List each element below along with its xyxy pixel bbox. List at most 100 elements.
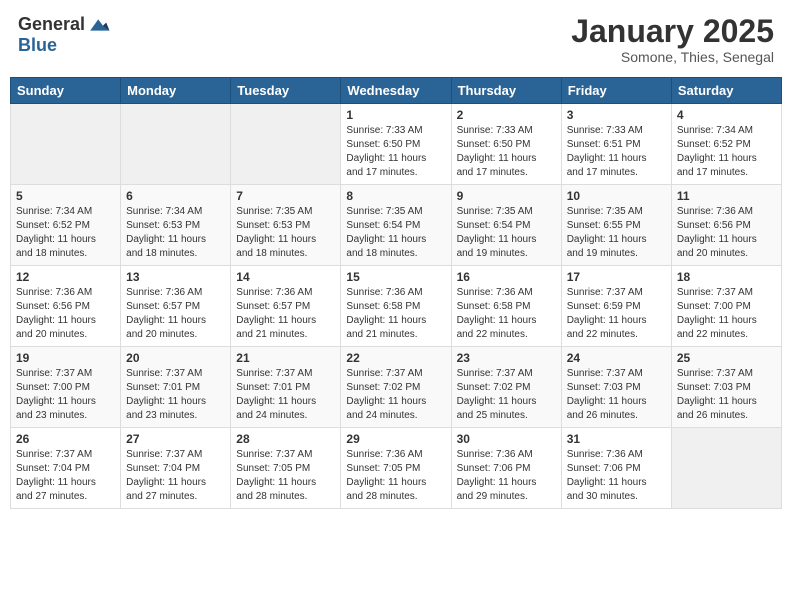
logo: General Blue: [18, 14, 111, 56]
calendar-cell: 19Sunrise: 7:37 AM Sunset: 7:00 PM Dayli…: [11, 347, 121, 428]
calendar-cell: 21 Sunrise: 7:37 AM Sunset: 7:01 PM Dayli…: [231, 347, 341, 428]
calendar-cell: 8 Sunrise: 7:35 AM Sunset: 6:54 PM Daylig…: [341, 185, 451, 266]
day-number: 29: [346, 432, 445, 446]
calendar-cell: 7 Sunrise: 7:35 AM Sunset: 6:53 PM Daylig…: [231, 185, 341, 266]
day-info: Sunrise: 7:36 AM Sunset: 6:57 PM Dayligh…: [236, 286, 335, 342]
day-number: 25: [677, 351, 776, 365]
day-number: 30: [457, 432, 556, 446]
calendar-cell: 17 Sunrise: 7:37 AM Sunset: 6:59 PM Dayli…: [561, 266, 671, 347]
day-info: Sunrise: 7:36 AM Sunset: 7:05 PM Dayligh…: [346, 448, 445, 504]
day-number: 22: [346, 351, 445, 365]
calendar-cell: [231, 104, 341, 185]
day-number: 12: [16, 270, 115, 284]
calendar-week-4: 26Sunrise: 7:37 AM Sunset: 7:04 PM Dayli…: [11, 428, 782, 509]
day-number: 21: [236, 351, 335, 365]
calendar-cell: 13 Sunrise: 7:36 AM Sunset: 6:57 PM Dayli…: [121, 266, 231, 347]
day-info: Sunrise: 7:34 AM Sunset: 6:52 PM Dayligh…: [16, 205, 115, 261]
day-info: Sunrise: 7:37 AM Sunset: 7:04 PM Dayligh…: [126, 448, 225, 504]
calendar-cell: 2Sunrise: 7:33 AM Sunset: 6:50 PM Daylig…: [451, 104, 561, 185]
day-number: 24: [567, 351, 666, 365]
day-info: Sunrise: 7:36 AM Sunset: 6:56 PM Dayligh…: [677, 205, 776, 261]
weekday-header-row: SundayMondayTuesdayWednesdayThursdayFrid…: [11, 78, 782, 104]
day-info: Sunrise: 7:37 AM Sunset: 6:59 PM Dayligh…: [567, 286, 666, 342]
day-number: 16: [457, 270, 556, 284]
day-info: Sunrise: 7:35 AM Sunset: 6:54 PM Dayligh…: [346, 205, 445, 261]
calendar-cell: [671, 428, 781, 509]
day-info: Sunrise: 7:34 AM Sunset: 6:52 PM Dayligh…: [677, 124, 776, 180]
calendar-cell: 4 Sunrise: 7:34 AM Sunset: 6:52 PM Daylig…: [671, 104, 781, 185]
calendar-cell: 16Sunrise: 7:36 AM Sunset: 6:58 PM Dayli…: [451, 266, 561, 347]
day-number: 5: [16, 189, 115, 203]
day-info: Sunrise: 7:36 AM Sunset: 6:56 PM Dayligh…: [16, 286, 115, 342]
calendar-cell: 20Sunrise: 7:37 AM Sunset: 7:01 PM Dayli…: [121, 347, 231, 428]
day-info: Sunrise: 7:33 AM Sunset: 6:51 PM Dayligh…: [567, 124, 666, 180]
day-number: 9: [457, 189, 556, 203]
calendar-cell: 29 Sunrise: 7:36 AM Sunset: 7:05 PM Dayli…: [341, 428, 451, 509]
day-number: 6: [126, 189, 225, 203]
day-number: 1: [346, 108, 445, 122]
day-info: Sunrise: 7:37 AM Sunset: 7:03 PM Dayligh…: [677, 367, 776, 423]
calendar-cell: 1 Sunrise: 7:33 AM Sunset: 6:50 PM Daylig…: [341, 104, 451, 185]
day-number: 11: [677, 189, 776, 203]
calendar-cell: 14 Sunrise: 7:36 AM Sunset: 6:57 PM Dayli…: [231, 266, 341, 347]
day-info: Sunrise: 7:37 AM Sunset: 7:00 PM Dayligh…: [16, 367, 115, 423]
day-number: 23: [457, 351, 556, 365]
calendar-cell: 22 Sunrise: 7:37 AM Sunset: 7:02 PM Dayli…: [341, 347, 451, 428]
calendar-cell: 26Sunrise: 7:37 AM Sunset: 7:04 PM Dayli…: [11, 428, 121, 509]
day-info: Sunrise: 7:36 AM Sunset: 6:57 PM Dayligh…: [126, 286, 225, 342]
calendar-cell: 24Sunrise: 7:37 AM Sunset: 7:03 PM Dayli…: [561, 347, 671, 428]
day-info: Sunrise: 7:35 AM Sunset: 6:53 PM Dayligh…: [236, 205, 335, 261]
day-number: 14: [236, 270, 335, 284]
day-info: Sunrise: 7:37 AM Sunset: 7:04 PM Dayligh…: [16, 448, 115, 504]
day-number: 4: [677, 108, 776, 122]
calendar-week-0: 1 Sunrise: 7:33 AM Sunset: 6:50 PM Daylig…: [11, 104, 782, 185]
weekday-header-saturday: Saturday: [671, 78, 781, 104]
calendar-cell: 15Sunrise: 7:36 AM Sunset: 6:58 PM Dayli…: [341, 266, 451, 347]
day-info: Sunrise: 7:33 AM Sunset: 6:50 PM Dayligh…: [346, 124, 445, 180]
day-number: 3: [567, 108, 666, 122]
day-info: Sunrise: 7:35 AM Sunset: 6:54 PM Dayligh…: [457, 205, 556, 261]
day-number: 31: [567, 432, 666, 446]
page-header: General Blue January 2025 Somone, Thies,…: [10, 10, 782, 69]
weekday-header-monday: Monday: [121, 78, 231, 104]
day-number: 17: [567, 270, 666, 284]
calendar-table: SundayMondayTuesdayWednesdayThursdayFrid…: [10, 77, 782, 509]
calendar-cell: 30 Sunrise: 7:36 AM Sunset: 7:06 PM Dayli…: [451, 428, 561, 509]
day-info: Sunrise: 7:37 AM Sunset: 7:01 PM Dayligh…: [236, 367, 335, 423]
calendar-cell: 27 Sunrise: 7:37 AM Sunset: 7:04 PM Dayli…: [121, 428, 231, 509]
day-number: 8: [346, 189, 445, 203]
calendar-cell: 23 Sunrise: 7:37 AM Sunset: 7:02 PM Dayli…: [451, 347, 561, 428]
weekday-header-sunday: Sunday: [11, 78, 121, 104]
day-info: Sunrise: 7:34 AM Sunset: 6:53 PM Dayligh…: [126, 205, 225, 261]
logo-blue: Blue: [18, 35, 57, 55]
calendar-cell: 31 Sunrise: 7:36 AM Sunset: 7:06 PM Dayli…: [561, 428, 671, 509]
day-number: 18: [677, 270, 776, 284]
day-info: Sunrise: 7:36 AM Sunset: 7:06 PM Dayligh…: [567, 448, 666, 504]
calendar-week-1: 5 Sunrise: 7:34 AM Sunset: 6:52 PM Daylig…: [11, 185, 782, 266]
day-info: Sunrise: 7:36 AM Sunset: 7:06 PM Dayligh…: [457, 448, 556, 504]
day-number: 27: [126, 432, 225, 446]
day-number: 10: [567, 189, 666, 203]
title-block: January 2025 Somone, Thies, Senegal: [571, 14, 774, 65]
weekday-header-thursday: Thursday: [451, 78, 561, 104]
day-info: Sunrise: 7:37 AM Sunset: 7:02 PM Dayligh…: [346, 367, 445, 423]
logo-general: General: [18, 14, 85, 35]
calendar-cell: 11 Sunrise: 7:36 AM Sunset: 6:56 PM Dayli…: [671, 185, 781, 266]
weekday-header-tuesday: Tuesday: [231, 78, 341, 104]
calendar-cell: 12 Sunrise: 7:36 AM Sunset: 6:56 PM Dayli…: [11, 266, 121, 347]
day-number: 15: [346, 270, 445, 284]
calendar-week-3: 19Sunrise: 7:37 AM Sunset: 7:00 PM Dayli…: [11, 347, 782, 428]
month-title: January 2025: [571, 14, 774, 49]
calendar-cell: 9 Sunrise: 7:35 AM Sunset: 6:54 PM Daylig…: [451, 185, 561, 266]
logo-icon: [87, 15, 111, 35]
day-info: Sunrise: 7:35 AM Sunset: 6:55 PM Dayligh…: [567, 205, 666, 261]
day-info: Sunrise: 7:37 AM Sunset: 7:02 PM Dayligh…: [457, 367, 556, 423]
weekday-header-wednesday: Wednesday: [341, 78, 451, 104]
day-number: 13: [126, 270, 225, 284]
calendar-cell: 5 Sunrise: 7:34 AM Sunset: 6:52 PM Daylig…: [11, 185, 121, 266]
calendar-week-2: 12 Sunrise: 7:36 AM Sunset: 6:56 PM Dayli…: [11, 266, 782, 347]
day-number: 2: [457, 108, 556, 122]
calendar-cell: 3 Sunrise: 7:33 AM Sunset: 6:51 PM Daylig…: [561, 104, 671, 185]
day-number: 7: [236, 189, 335, 203]
day-number: 20: [126, 351, 225, 365]
